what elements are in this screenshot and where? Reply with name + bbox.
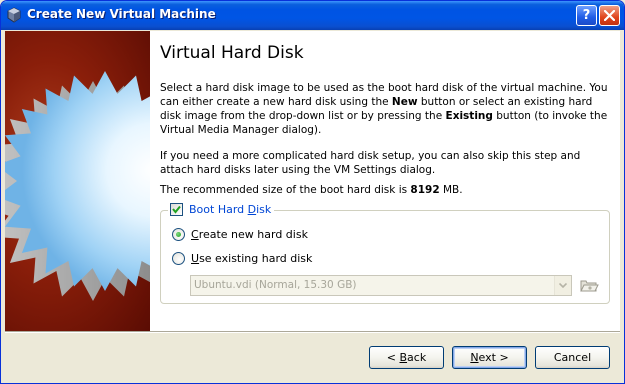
- label-part: reate new hard disk: [198, 228, 308, 241]
- description-paragraph: Select a hard disk image to be used as t…: [160, 81, 616, 137]
- create-vm-window: Create New Virtual Machine ? Virtual Har…: [0, 0, 625, 384]
- wizard-page: Virtual Hard Disk Select a hard disk ima…: [150, 31, 620, 331]
- chevron-down-icon: [559, 283, 567, 288]
- use-existing-disk-radio[interactable]: Use existing hard disk: [172, 252, 312, 265]
- virtualbox-icon: [7, 7, 21, 23]
- title-bar[interactable]: Create New Virtual Machine ?: [1, 1, 624, 30]
- checkbox-box[interactable]: [170, 203, 183, 216]
- dropdown-value: Ubuntu.vdi (Normal, 15.30 GB): [194, 279, 357, 291]
- cancel-button[interactable]: Cancel: [535, 346, 610, 369]
- existing-keyword: Existing: [445, 110, 493, 122]
- recommended-size-unit: MB.: [439, 184, 463, 196]
- page-title: Virtual Hard Disk: [160, 43, 304, 63]
- use-existing-disk-label: Use existing hard disk: [191, 252, 312, 265]
- dropdown-arrow-button[interactable]: [554, 276, 571, 295]
- window-title: Create New Virtual Machine: [27, 7, 216, 21]
- advanced-setup-paragraph: If you need a more complicated hard disk…: [160, 150, 581, 176]
- label-part: se existing hard disk: [199, 252, 313, 265]
- next-button[interactable]: Next >: [452, 346, 527, 369]
- checkmark-icon: [172, 205, 181, 214]
- existing-disk-dropdown[interactable]: Ubuntu.vdi (Normal, 15.30 GB): [190, 275, 572, 296]
- button-mnemonic: N: [470, 351, 479, 364]
- label-mnemonic: D: [247, 203, 257, 216]
- close-icon: [604, 10, 615, 21]
- close-button[interactable]: [599, 5, 620, 26]
- radio-button[interactable]: [172, 228, 185, 241]
- label-mnemonic: U: [191, 252, 200, 265]
- new-keyword: New: [391, 96, 418, 108]
- starburst-graphic: [5, 71, 150, 301]
- recommended-size-paragraph: The recommended size of the boot hard di…: [160, 183, 616, 197]
- radio-button[interactable]: [172, 252, 185, 265]
- recommended-size-value: 8192: [410, 184, 440, 196]
- folder-open-icon: [580, 280, 599, 292]
- help-icon: ?: [582, 8, 591, 23]
- boot-hard-disk-checkbox[interactable]: Boot Hard Disk: [168, 203, 275, 216]
- help-button[interactable]: ?: [576, 5, 597, 26]
- button-bar-divider: [5, 331, 620, 333]
- button-text: ext >: [478, 351, 509, 364]
- open-media-manager-button[interactable]: [578, 275, 600, 296]
- wizard-side-banner: [5, 31, 150, 331]
- back-button[interactable]: < Back: [369, 346, 444, 369]
- label-mnemonic: C: [191, 228, 199, 241]
- create-new-disk-label: Create new hard disk: [191, 228, 308, 241]
- boot-hard-disk-label: Boot Hard Disk: [189, 203, 271, 216]
- button-text: ack: [407, 351, 427, 364]
- recommended-size-text: The recommended size of the boot hard di…: [160, 184, 411, 196]
- radio-selected-dot: [176, 232, 181, 237]
- label-part: isk: [256, 203, 272, 216]
- label-part: Boot Hard: [189, 203, 248, 216]
- button-text: <: [386, 351, 400, 364]
- button-mnemonic: B: [399, 351, 408, 364]
- create-new-disk-radio[interactable]: Create new hard disk: [172, 228, 308, 241]
